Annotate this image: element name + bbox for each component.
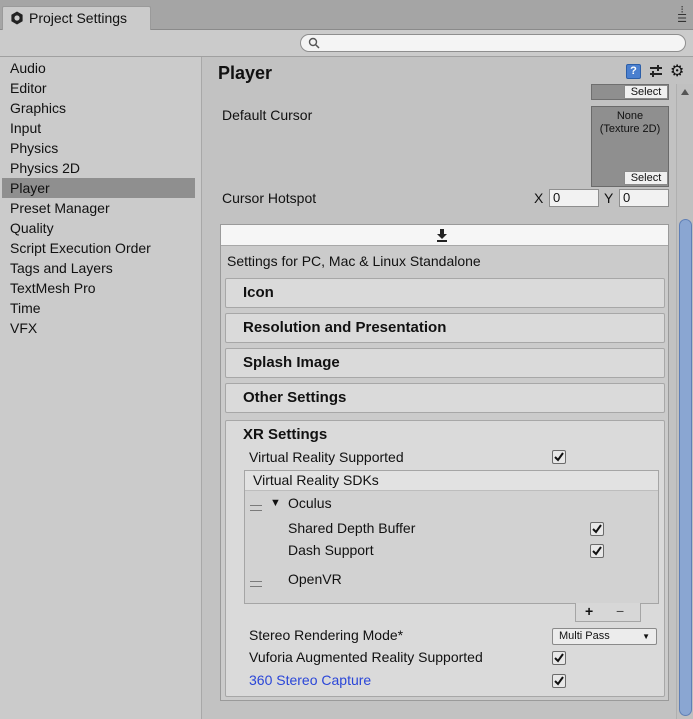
vr-sdk-list-header: Virtual Reality SDKs [245,471,658,491]
section-xr-settings: XR Settings Virtual Reality Supported Vi… [225,420,665,697]
tab-project-settings[interactable]: Project Settings [2,6,151,31]
foldout-arrow-icon[interactable]: ▼ [270,497,281,509]
section-splash-image[interactable]: Splash Image [225,348,665,378]
drag-handle-icon[interactable] [250,581,262,587]
preset-sliders-icon[interactable] [649,64,663,79]
checkmark-icon [592,546,602,556]
checkmark-icon [554,653,564,663]
gear-icon[interactable]: ⚙ [670,61,684,81]
add-sdk-button[interactable]: + [585,603,593,619]
platform-tab-standalone[interactable] [221,225,668,246]
dash-support-label: Dash Support [288,542,374,558]
hotspot-y-label: Y [604,190,614,206]
checkmark-icon [554,452,564,462]
platform-settings-panel: Settings for PC, Mac & Linux Standalone … [220,224,669,701]
sidebar-item-audio[interactable]: Audio [2,58,195,78]
sidebar-item-player[interactable]: Player [2,178,195,198]
sdk-list-footer: + − [575,603,641,622]
sidebar-item-input[interactable]: Input [2,118,195,138]
shared-depth-buffer-label: Shared Depth Buffer [288,520,416,536]
stereo-rendering-mode-value: Multi Pass [559,630,610,642]
chevron-down-icon: ▼ [642,632,650,641]
sidebar-item-editor[interactable]: Editor [2,78,195,98]
player-settings-panel: Player ? ⚙ Select Default Cursor None (T… [202,57,693,719]
toolbar [0,30,693,57]
checkmark-icon [554,676,564,686]
stereo-capture-label: 360 Stereo Capture [249,672,372,688]
vertical-scrollbar[interactable] [676,84,693,719]
vr-supported-checkbox[interactable] [552,450,566,464]
sidebar-item-physics[interactable]: Physics [2,138,195,158]
stereo-rendering-mode-dropdown[interactable]: Multi Pass ▼ [552,628,657,645]
help-icon[interactable]: ? [626,64,641,79]
section-icon-label: Icon [243,284,274,301]
sdk-item-openvr[interactable]: OpenVR [288,571,342,587]
platform-settings-heading: Settings for PC, Mac & Linux Standalone [227,253,481,269]
remove-sdk-button[interactable]: − [616,603,624,619]
sdk-item-oculus[interactable]: Oculus [288,495,332,511]
texture-none-text: None (Texture 2D) [592,110,668,136]
sidebar-item-graphics[interactable]: Graphics [2,98,195,118]
vr-supported-label: Virtual Reality Supported [249,449,404,465]
sidebar-item-preset-manager[interactable]: Preset Manager [2,198,195,218]
tab-title: Project Settings [29,10,128,26]
checkmark-icon [592,524,602,534]
section-splash-label: Splash Image [243,354,340,371]
texture-none-line1: None [616,110,644,122]
sidebar-item-textmesh-pro[interactable]: TextMesh Pro [2,278,195,298]
unity-settings-icon [11,11,23,25]
hotspot-y-input[interactable]: 0 [619,189,669,207]
shared-depth-buffer-checkbox[interactable] [590,522,604,536]
vr-sdk-list-title: Virtual Reality SDKs [253,472,379,488]
vuforia-label: Vuforia Augmented Reality Supported [249,649,483,665]
cursor-hotspot-label: Cursor Hotspot [222,190,317,206]
vr-sdk-list: Virtual Reality SDKs ▼ Oculus Shared Dep… [244,470,659,604]
sidebar-item-physics-2d[interactable]: Physics 2D [2,158,195,178]
section-resolution-label: Resolution and Presentation [243,319,447,336]
section-other-label: Other Settings [243,389,347,406]
search-icon [308,37,320,49]
select-texture-button[interactable]: Select [624,85,668,99]
drag-handle-icon[interactable] [250,505,262,511]
sidebar-item-time[interactable]: Time [2,298,195,318]
download-arrow-icon [437,229,447,242]
scrollbar-thumb[interactable] [679,219,692,716]
select-cursor-button[interactable]: Select [624,171,668,185]
sidebar-item-vfx[interactable]: VFX [2,318,195,338]
window-titlebar: Project Settings ⁝ ☰ [0,0,693,31]
section-other-settings[interactable]: Other Settings [225,383,665,413]
sidebar-item-tags-and-layers[interactable]: Tags and Layers [2,258,195,278]
scroll-up-arrow-icon[interactable] [680,88,690,96]
search-input[interactable] [300,34,686,52]
section-resolution-and-presentation[interactable]: Resolution and Presentation [225,313,665,343]
page-title: Player [218,63,273,83]
hotspot-x-label: X [534,190,544,206]
texture-none-line2: (Texture 2D) [599,123,661,135]
kebab-menu-icon[interactable]: ⁝ ☰ [677,5,687,25]
settings-sidebar: Audio Editor Graphics Input Physics Phys… [0,57,202,719]
stereo-rendering-mode-label: Stereo Rendering Mode* [249,627,404,643]
dash-support-checkbox[interactable] [590,544,604,558]
xr-settings-title[interactable]: XR Settings [243,426,327,443]
hotspot-x-input[interactable]: 0 [549,189,599,207]
sidebar-item-script-execution-order[interactable]: Script Execution Order [2,238,195,258]
default-cursor-label: Default Cursor [222,107,313,123]
section-icon[interactable]: Icon [225,278,665,308]
stereo-capture-checkbox[interactable] [552,674,566,688]
vuforia-checkbox[interactable] [552,651,566,665]
sidebar-item-quality[interactable]: Quality [2,218,195,238]
